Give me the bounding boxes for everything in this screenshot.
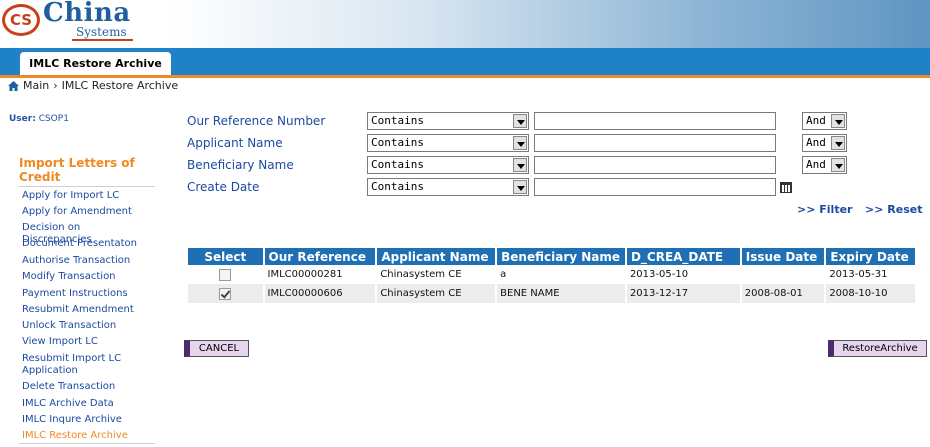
cell-d-crea-date: 2013-12-17 xyxy=(626,284,740,303)
calendar-icon[interactable] xyxy=(780,182,792,193)
sidebar-divider xyxy=(19,443,155,444)
cancel-button[interactable]: CANCEL xyxy=(184,340,249,357)
divider xyxy=(0,75,930,78)
filter-operator-our-reference[interactable]: Contains xyxy=(367,112,529,130)
restore-archive-button[interactable]: RestoreArchive xyxy=(828,340,927,357)
cell-our-reference: IMLC00000281 xyxy=(264,265,376,284)
cell-beneficiary-name: BENE NAME xyxy=(497,284,625,303)
tab-imlc-restore-archive[interactable]: IMLC Restore Archive xyxy=(20,52,171,76)
sidebar-item-imlc-archive-data[interactable]: IMLC Archive Data xyxy=(22,398,150,410)
chevron-down-icon xyxy=(513,136,527,150)
row-checkbox[interactable] xyxy=(219,268,232,281)
column-header-select: Select xyxy=(188,248,263,265)
chevron-down-icon xyxy=(513,158,527,172)
chevron-down-icon xyxy=(831,136,845,150)
column-header-issue-date: Issue Date xyxy=(741,248,825,265)
filter-operator-beneficiary-name[interactable]: Contains xyxy=(367,156,529,174)
sidebar-item-apply-amendment[interactable]: Apply for Amendment xyxy=(22,206,150,218)
company-logo: CS China Systems xyxy=(2,0,133,45)
breadcrumb-separator: › xyxy=(53,79,58,92)
filter-operator-applicant-name[interactable]: Contains xyxy=(367,134,529,152)
filter-conjunction-applicant-name[interactable]: And xyxy=(802,134,847,152)
chevron-down-icon xyxy=(513,180,527,194)
column-header-applicant-name: Applicant Name xyxy=(377,248,496,265)
sidebar-item-apply-import-lc[interactable]: Apply for Import LC xyxy=(22,190,150,202)
table-row: IMLC00000281 Chinasystem CE a 2013-05-10… xyxy=(188,265,915,284)
user-info: User: CSOP1 xyxy=(9,114,69,124)
sidebar-item-imlc-restore-archive[interactable]: IMLC Restore Archive xyxy=(22,430,150,442)
results-table: Select Our Reference Applicant Name Bene… xyxy=(186,248,917,303)
filter-button[interactable]: >> Filter xyxy=(797,203,852,216)
home-icon xyxy=(8,80,19,91)
cell-expiry-date: 2013-05-31 xyxy=(826,265,915,284)
filter-label-applicant-name: Applicant Name xyxy=(187,136,283,150)
logo-subtitle: Systems xyxy=(72,25,133,41)
sidebar-item-resubmit-import-lc[interactable]: Resubmit Import LC Application xyxy=(22,353,132,377)
sidebar-item-payment-instructions[interactable]: Payment Instructions xyxy=(22,288,150,300)
cell-issue-date xyxy=(741,265,825,284)
reset-button[interactable]: >> Reset xyxy=(865,203,922,216)
sidebar-item-resubmit-amendment[interactable]: Resubmit Amendment xyxy=(22,304,150,316)
sidebar-item-modify-transaction[interactable]: Modify Transaction xyxy=(22,271,150,283)
app-header: CS China Systems xyxy=(0,0,930,48)
sidebar-section-title: Import Letters of Credit xyxy=(19,156,155,187)
table-header-row: Select Our Reference Applicant Name Bene… xyxy=(188,248,915,265)
user-label: User: xyxy=(9,114,36,124)
logo-name: China xyxy=(43,0,131,28)
column-header-expiry-date: Expiry Date xyxy=(826,248,915,265)
sidebar-item-delete-transaction[interactable]: Delete Transaction xyxy=(22,381,150,393)
sidebar-item-imlc-inqure-archive[interactable]: IMLC Inqure Archive xyxy=(22,414,150,426)
column-header-our-reference: Our Reference xyxy=(264,248,376,265)
filter-input-applicant-name[interactable] xyxy=(534,134,776,152)
breadcrumb: Main › IMLC Restore Archive xyxy=(8,79,178,92)
cell-d-crea-date: 2013-05-10 xyxy=(626,265,740,284)
filter-conjunction-our-reference[interactable]: And xyxy=(802,112,847,130)
chevron-down-icon xyxy=(831,158,845,172)
filter-input-create-date[interactable] xyxy=(534,178,776,196)
breadcrumb-main-link[interactable]: Main xyxy=(23,79,49,92)
sidebar-item-view-import-lc[interactable]: View Import LC xyxy=(22,336,150,348)
filter-input-beneficiary-name[interactable] xyxy=(534,156,776,174)
filter-input-our-reference[interactable] xyxy=(534,112,776,130)
cell-beneficiary-name: a xyxy=(497,265,625,284)
row-select-cell xyxy=(188,284,263,303)
sidebar-item-document-presentation[interactable]: Document Presentaton xyxy=(22,238,150,250)
cell-our-reference: IMLC00000606 xyxy=(264,284,376,303)
sidebar-item-unlock-transaction[interactable]: Unlock Transaction xyxy=(22,320,150,332)
user-value: CSOP1 xyxy=(38,114,69,124)
filter-operator-create-date[interactable]: Contains xyxy=(367,178,529,196)
table-row: IMLC00000606 Chinasystem CE BENE NAME 20… xyxy=(188,284,915,303)
row-checkbox[interactable] xyxy=(219,287,232,300)
sidebar-item-authorise-transaction[interactable]: Authorise Transaction xyxy=(22,255,150,267)
cell-issue-date: 2008-08-01 xyxy=(741,284,825,303)
column-header-beneficiary-name: Beneficiary Name xyxy=(497,248,625,265)
cell-applicant-name: Chinasystem CE xyxy=(377,284,496,303)
logo-badge: CS xyxy=(2,4,40,36)
filter-label-beneficiary-name: Beneficiary Name xyxy=(187,158,294,172)
row-select-cell xyxy=(188,265,263,284)
filter-label-our-reference: Our Reference Number xyxy=(187,114,326,128)
filter-conjunction-beneficiary-name[interactable]: And xyxy=(802,156,847,174)
cell-expiry-date: 2008-10-10 xyxy=(826,284,915,303)
column-header-d-crea-date: D_CREA_DATE xyxy=(626,248,740,265)
cell-applicant-name: Chinasystem CE xyxy=(377,265,496,284)
breadcrumb-current: IMLC Restore Archive xyxy=(61,79,179,92)
filter-label-create-date: Create Date xyxy=(187,180,260,194)
chevron-down-icon xyxy=(513,114,527,128)
chevron-down-icon xyxy=(831,114,845,128)
